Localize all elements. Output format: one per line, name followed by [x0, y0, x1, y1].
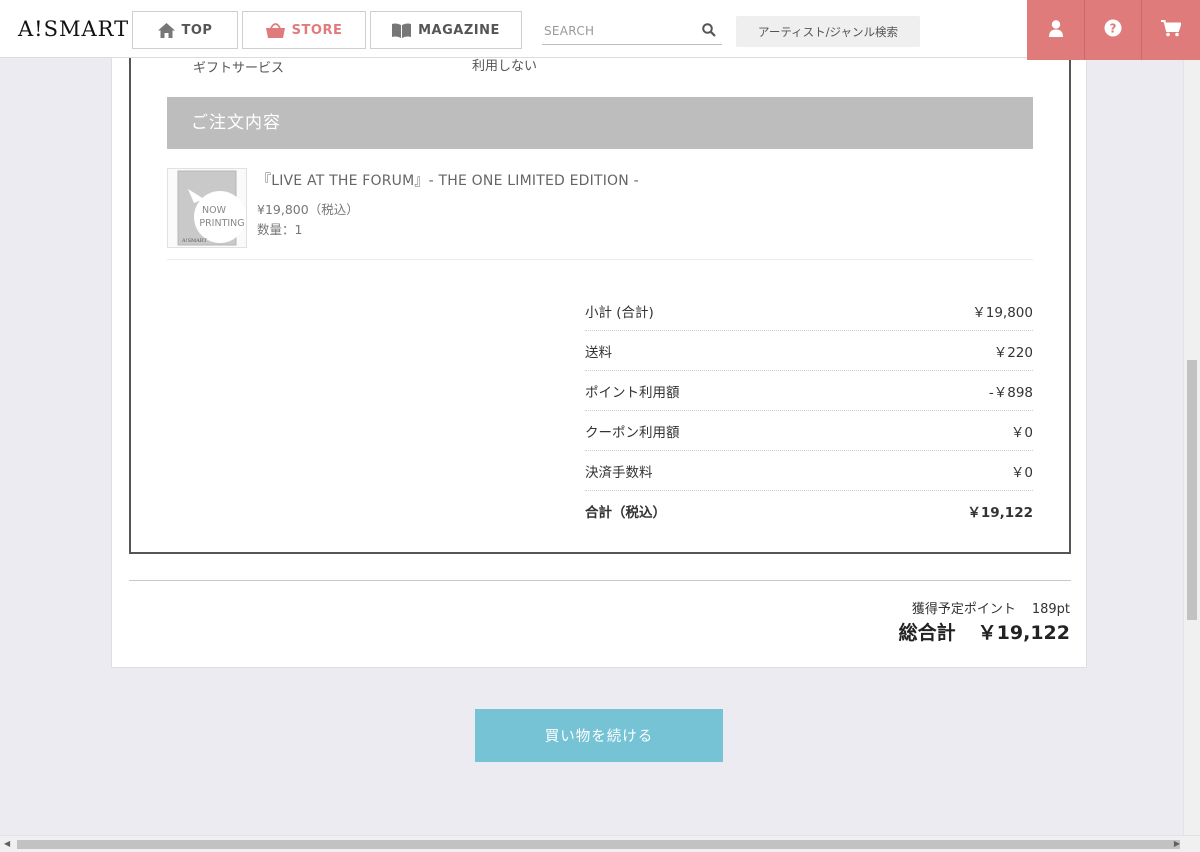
cart-icon [1161, 19, 1182, 41]
order-detail-frame: ギフトサービス 利用しない ご注文内容 NOW PRINTING A!SMART… [129, 1, 1071, 554]
horizontal-scroll-thumb[interactable] [17, 840, 1180, 849]
summary-value: ￥220 [993, 344, 1033, 361]
order-contents-heading: ご注文内容 [167, 97, 1033, 149]
thumb-now-text: NOW [202, 205, 227, 216]
summary-row-shipping: 送料 ￥220 [585, 331, 1033, 371]
grand-total-label: 総合計 [898, 622, 956, 644]
shopping-basket-icon [265, 22, 285, 38]
summary-label: 送料 [585, 344, 612, 361]
summary-row-payment-fee: 決済手数料 ￥0 [585, 451, 1033, 491]
vertical-scroll-thumb[interactable] [1187, 360, 1197, 620]
product-quantity: 数量：1 [257, 222, 303, 237]
grand-total: 総合計 ￥19,122 [899, 618, 1070, 645]
grand-total-value: ￥19,122 [977, 622, 1070, 644]
product-price: ¥19,800（税込） [257, 202, 359, 217]
summary-value: ￥19,122 [967, 505, 1033, 521]
scroll-right-arrow-icon[interactable]: ▶ [1174, 840, 1180, 848]
nav-top-button[interactable]: TOP [132, 11, 238, 49]
horizontal-scrollbar[interactable]: ◀ ▶ [0, 835, 1200, 852]
cart-button[interactable] [1141, 0, 1200, 60]
summary-label: 決済手数料 [585, 464, 653, 481]
nav-top-label: TOP [181, 22, 213, 38]
summary-row-subtotal: 小計 (合計) ￥19,800 [585, 291, 1033, 331]
site-logo[interactable]: A!SMART [18, 17, 129, 41]
summary-label: ポイント利用額 [585, 384, 680, 401]
artist-genre-search-button[interactable]: アーティスト/ジャンル検索 [736, 16, 920, 47]
search-input[interactable] [542, 19, 692, 43]
help-icon: ? [1104, 19, 1122, 41]
summary-label: 合計（税込） [585, 505, 666, 521]
order-item-row: NOW PRINTING A!SMART 『LIVE AT THE FORUM』… [167, 168, 1033, 260]
earned-points: 獲得予定ポイント 189pt [912, 598, 1070, 617]
summary-value: ￥19,800 [972, 304, 1033, 321]
home-icon [157, 22, 175, 38]
account-button[interactable] [1027, 0, 1084, 60]
continue-shopping-button[interactable]: 買い物を続ける [475, 709, 723, 762]
summary-value: ￥0 [1010, 424, 1033, 441]
order-confirmation-card: ギフトサービス 利用しない ご注文内容 NOW PRINTING A!SMART… [111, 0, 1087, 668]
product-title[interactable]: 『LIVE AT THE FORUM』- THE ONE LIMITED EDI… [257, 170, 639, 190]
earned-points-value: 189pt [1031, 602, 1070, 617]
nav-magazine-label: MAGAZINE [418, 22, 500, 38]
thumb-printing-text: PRINTING [199, 218, 244, 229]
nav-store-button[interactable]: STORE [242, 11, 366, 49]
site-header: A!SMART TOP STORE MAGAZINE アーティスト/ジャンル検索… [0, 0, 1200, 60]
summary-label: 小計 (合計) [585, 304, 654, 321]
book-icon [392, 22, 412, 38]
nav-store-label: STORE [291, 22, 343, 38]
vertical-scrollbar[interactable] [1183, 58, 1200, 835]
help-button[interactable]: ? [1084, 0, 1141, 60]
search-icon[interactable] [702, 22, 716, 41]
summary-value: -￥898 [988, 384, 1033, 401]
summary-value: ￥0 [1010, 464, 1033, 481]
summary-row-total: 合計（税込） ￥19,122 [585, 491, 1033, 531]
summary-label: クーポン利用額 [585, 424, 680, 441]
user-icon [1048, 19, 1064, 41]
thumb-brand-text: A!SMART [181, 238, 207, 244]
divider [129, 580, 1071, 581]
nav-magazine-button[interactable]: MAGAZINE [370, 11, 522, 49]
earned-points-label: 獲得予定ポイント [911, 602, 1016, 617]
price-summary: 小計 (合計) ￥19,800 送料 ￥220 ポイント利用額 -￥898 クー… [585, 291, 1033, 531]
svg-text:?: ? [1110, 22, 1117, 36]
summary-row-coupon: クーポン利用額 ￥0 [585, 411, 1033, 451]
scroll-left-arrow-icon[interactable]: ◀ [4, 840, 10, 848]
search-box [542, 19, 722, 45]
product-thumbnail[interactable]: NOW PRINTING A!SMART [167, 168, 247, 248]
gift-service-label: ギフトサービス [193, 61, 285, 76]
summary-row-points: ポイント利用額 -￥898 [585, 371, 1033, 411]
